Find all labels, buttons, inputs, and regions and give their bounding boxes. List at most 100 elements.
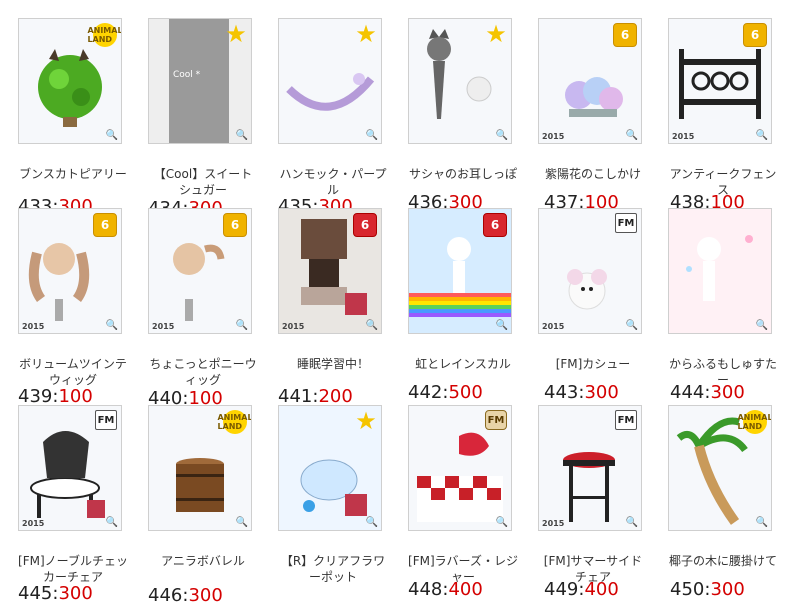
item-thumbnail[interactable]: 6 2015 🔍 [278, 208, 382, 334]
magnify-plus-icon[interactable]: 🔍 [106, 320, 118, 331]
item-name: [FM]カシュー [555, 357, 631, 371]
item-badge: ANIMAL LAND [737, 410, 771, 434]
item-badge: ANIMAL LAND [87, 23, 121, 47]
item-year: 2015 [152, 322, 175, 331]
magnify-plus-icon[interactable]: 🔍 [106, 130, 118, 141]
item-number: 446 [148, 585, 183, 606]
item-thumbnail[interactable]: 6 2015 🔍 [18, 208, 122, 334]
item-badge: ★ [355, 407, 377, 435]
magnify-plus-icon[interactable]: 🔍 [496, 320, 508, 331]
magnify-plus-icon[interactable]: 🔍 [626, 130, 638, 141]
item-price: 448:400 [408, 579, 483, 600]
item-badge: ANIMAL LAND [217, 410, 251, 434]
item-price-value: 300 [584, 382, 619, 403]
item-badge: ★ [355, 20, 377, 48]
item-price-value: 300 [710, 382, 745, 403]
item-thumbnail[interactable]: ★ 🔍 [278, 18, 382, 144]
item-name: 虹とレインスカル [415, 357, 511, 371]
item-name: アニラボバレル [161, 554, 245, 568]
item-name: 【Cool】スイートシュガー [153, 167, 253, 197]
item-price: 450:300 [670, 579, 745, 600]
item-thumbnail[interactable]: FM 🔍 [408, 405, 512, 531]
magnify-plus-icon[interactable]: 🔍 [366, 517, 378, 528]
item-year: 2015 [542, 519, 565, 528]
item-badge: 6 [223, 213, 247, 237]
item-thumbnail[interactable]: ★ 🔍 [408, 18, 512, 144]
item-badge: 6 [743, 23, 767, 47]
magnify-plus-icon[interactable]: 🔍 [756, 517, 768, 528]
item-price: 444:300 [670, 382, 745, 403]
item-number: 449 [544, 579, 579, 600]
item-year: 2015 [22, 322, 45, 331]
item-year: 2015 [542, 322, 565, 331]
item-name: 椰子の木に腰掛けて [668, 554, 777, 568]
item-badge: ★ [485, 20, 507, 48]
item-badge: FM [615, 410, 637, 430]
magnify-plus-icon[interactable]: 🔍 [496, 130, 508, 141]
item-price: 441:200 [278, 386, 353, 407]
magnify-plus-icon[interactable]: 🔍 [366, 130, 378, 141]
item-name: ブンスカトピアリー [19, 167, 127, 181]
item-thumbnail[interactable]: Cool * ★ 🔍 [148, 18, 252, 144]
item-thumbnail[interactable]: 6 🔍 [408, 208, 512, 334]
item-price-value: 500 [448, 382, 483, 403]
item-name: 【R】クリアフラワーポット [280, 554, 386, 584]
item-price: 445:300 [18, 583, 93, 604]
magnify-plus-icon[interactable]: 🔍 [236, 517, 248, 528]
item-thumbnail[interactable]: ANIMAL LAND 🔍 [668, 405, 772, 531]
item-price-value: 300 [188, 585, 223, 606]
item-thumbnail[interactable]: 6 2015 🔍 [538, 18, 642, 144]
item-number: 445 [18, 583, 53, 604]
item-thumbnail[interactable]: ANIMAL LAND 🔍 [148, 405, 252, 531]
item-thumbnail[interactable]: ★ 🔍 [278, 405, 382, 531]
item-name: ちょこっとポニーウィッグ [149, 357, 257, 387]
item-badge: FM [485, 410, 507, 430]
magnify-plus-icon[interactable]: 🔍 [626, 320, 638, 331]
item-price-value: 300 [58, 583, 93, 604]
item-thumbnail[interactable]: 6 2015 🔍 [668, 18, 772, 144]
item-price: 443:300 [544, 382, 619, 403]
item-number: 442 [408, 382, 443, 403]
item-thumbnail[interactable]: FM 2015 🔍 [18, 405, 122, 531]
item-badge: 6 [483, 213, 507, 237]
magnify-plus-icon[interactable]: 🔍 [496, 517, 508, 528]
item-badge: 6 [353, 213, 377, 237]
item-thumbnail[interactable]: 🔍 [668, 208, 772, 334]
magnify-plus-icon[interactable]: 🔍 [106, 517, 118, 528]
item-year: 2015 [22, 519, 45, 528]
item-thumbnail[interactable]: FM 2015 🔍 [538, 405, 642, 531]
item-price-value: 400 [584, 579, 619, 600]
item-name: ボリュームツインテウィッグ [19, 357, 127, 387]
magnify-plus-icon[interactable]: 🔍 [366, 320, 378, 331]
item-price-value: 100 [58, 386, 93, 407]
item-number: 450 [670, 579, 705, 600]
item-year: 2015 [672, 132, 695, 141]
item-number: 441 [278, 386, 313, 407]
magnify-plus-icon[interactable]: 🔍 [236, 130, 248, 141]
item-price: 446:300 [148, 585, 223, 606]
item-name: サシャのお耳しっぽ [408, 167, 517, 181]
item-badge: 6 [613, 23, 637, 47]
item-thumbnail[interactable]: FM 2015 🔍 [538, 208, 642, 334]
magnify-plus-icon[interactable]: 🔍 [756, 130, 768, 141]
item-price-value: 300 [710, 579, 745, 600]
item-badge: FM [615, 213, 637, 233]
item-number: 448 [408, 579, 443, 600]
item-number: 439 [18, 386, 53, 407]
item-price: 449:400 [544, 579, 619, 600]
magnify-plus-icon[interactable]: 🔍 [626, 517, 638, 528]
magnify-plus-icon[interactable]: 🔍 [756, 320, 768, 331]
item-price-value: 200 [318, 386, 353, 407]
magnify-plus-icon[interactable]: 🔍 [236, 320, 248, 331]
item-name: 睡眠学習中！ [296, 357, 369, 371]
item-price: 439:100 [18, 386, 93, 407]
item-name: ハンモック・パープル [279, 167, 387, 197]
item-number: 444 [670, 382, 705, 403]
item-badge: FM [95, 410, 117, 430]
item-thumbnail[interactable]: 6 2015 🔍 [148, 208, 252, 334]
item-price-value: 400 [448, 579, 483, 600]
item-name: [FM]ノーブルチェッカーチェア [18, 554, 128, 584]
item-year: 2015 [542, 132, 565, 141]
item-thumbnail[interactable]: ANIMAL LAND 🔍 [18, 18, 122, 144]
item-badge: ★ [225, 20, 247, 48]
